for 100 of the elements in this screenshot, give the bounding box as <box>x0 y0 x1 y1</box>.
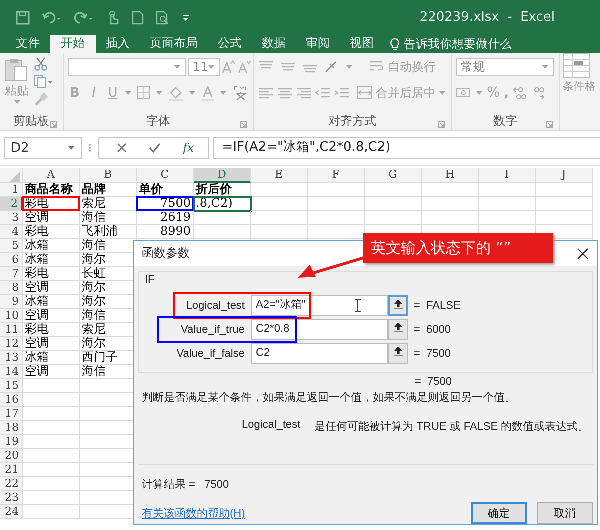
dialog-launcher-icon[interactable] <box>240 121 247 128</box>
ribbon-tab[interactable]: 视图 <box>340 35 384 53</box>
dropdown-caret-icon[interactable] <box>14 100 20 105</box>
dropdown-caret-icon[interactable] <box>220 90 227 96</box>
row-header[interactable]: 9 <box>0 295 23 309</box>
redo-icon[interactable] <box>74 10 94 24</box>
dialog-launcher-icon[interactable] <box>50 121 57 128</box>
row-header[interactable]: 18 <box>0 421 23 435</box>
insert-function-button[interactable]: fx <box>183 141 194 155</box>
middle-align-icon[interactable] <box>280 61 296 73</box>
font-color-icon[interactable] <box>201 86 215 100</box>
argument-input[interactable]: C2 <box>251 343 388 364</box>
name-box[interactable]: D2 <box>4 137 82 159</box>
row-header[interactable]: 8 <box>0 281 23 295</box>
copy-icon[interactable] <box>34 75 54 89</box>
dropdown-caret-icon[interactable] <box>125 90 132 96</box>
help-link[interactable]: 有关该函数的帮助(H) <box>142 506 246 520</box>
ribbon-tab[interactable]: 审阅 <box>296 35 340 53</box>
column-header[interactable]: D <box>194 168 251 183</box>
fill-color-icon[interactable] <box>168 86 184 100</box>
row-header[interactable]: 13 <box>0 351 23 365</box>
paste-icon[interactable] <box>4 57 30 83</box>
ribbon-tab[interactable]: 数据 <box>252 35 296 53</box>
conditional-formatting-icon[interactable] <box>563 53 591 79</box>
row-header[interactable]: 4 <box>0 225 23 239</box>
row-header[interactable]: 21 <box>0 463 23 477</box>
row-header[interactable]: 11 <box>0 323 23 337</box>
column-header[interactable]: G <box>365 168 422 183</box>
dialog-launcher-icon[interactable] <box>438 121 445 128</box>
column-header[interactable]: C <box>137 168 194 183</box>
column-header[interactable]: E <box>251 168 308 183</box>
close-icon[interactable] <box>577 248 589 260</box>
row-header[interactable]: 20 <box>0 449 23 463</box>
borders-icon[interactable] <box>137 86 151 100</box>
print-preview-icon[interactable] <box>156 10 170 24</box>
tell-me-search[interactable]: 告诉我你想要做什么 <box>404 36 512 52</box>
row-header[interactable]: 10 <box>0 309 23 323</box>
center-icon[interactable] <box>277 87 293 99</box>
row-header[interactable]: 6 <box>0 253 23 267</box>
dropdown-caret-icon[interactable] <box>476 90 483 96</box>
column-header[interactable]: H <box>422 168 479 183</box>
dropdown-caret-icon[interactable] <box>346 64 353 70</box>
row-header[interactable]: 17 <box>0 407 23 421</box>
increase-indent-icon[interactable] <box>334 87 350 99</box>
format-painter-icon[interactable] <box>34 93 48 107</box>
enter-check-icon[interactable] <box>149 143 161 153</box>
row-header[interactable]: 3 <box>0 211 23 225</box>
collapse-button[interactable] <box>388 295 408 316</box>
row-header[interactable]: 14 <box>0 365 23 379</box>
collapse-button[interactable] <box>388 343 408 364</box>
column-header[interactable]: F <box>308 168 365 183</box>
dialog-button[interactable]: 确定 <box>471 502 527 524</box>
row-header[interactable]: 12 <box>0 337 23 351</box>
align-left-icon[interactable] <box>258 87 274 99</box>
dropdown-caret-icon[interactable] <box>542 64 549 70</box>
row-header[interactable]: 23 <box>0 491 23 505</box>
font-size-field[interactable]: 11 <box>188 58 220 76</box>
column-header[interactable]: A <box>23 168 80 183</box>
customize-caret-icon[interactable] <box>182 14 190 22</box>
align-right-icon[interactable] <box>296 87 312 99</box>
dropdown-caret-icon[interactable] <box>174 64 181 70</box>
ribbon-tab[interactable]: 页面布局 <box>140 35 208 53</box>
document-icon[interactable] <box>132 10 144 24</box>
dialog-button[interactable]: 取消 <box>537 502 593 524</box>
row-header[interactable]: 15 <box>0 379 23 393</box>
column-header[interactable]: J <box>536 168 593 183</box>
shrink-font-icon[interactable] <box>238 60 252 74</box>
dropdown-caret-icon[interactable] <box>156 90 163 96</box>
row-header[interactable]: 22 <box>0 477 23 491</box>
argument-input[interactable]: A2="冰箱" <box>251 295 388 316</box>
cancel-icon[interactable] <box>117 143 127 153</box>
row-header[interactable]: 2 <box>0 197 23 211</box>
scissors-icon[interactable] <box>34 57 48 71</box>
row-header[interactable]: 7 <box>0 267 23 281</box>
column-header[interactable]: I <box>479 168 536 183</box>
undo-icon[interactable] <box>42 10 62 24</box>
dialog-launcher-icon[interactable] <box>546 121 553 128</box>
ribbon-tab[interactable]: 插入 <box>96 35 140 53</box>
row-header[interactable]: 24 <box>0 505 23 519</box>
increase-decimal-icon[interactable] <box>512 86 527 100</box>
row-header[interactable]: 5 <box>0 239 23 253</box>
dropdown-caret-icon[interactable] <box>439 90 446 96</box>
ribbon-tab[interactable]: 公式 <box>208 35 252 53</box>
column-header[interactable]: B <box>80 168 137 183</box>
ribbon-tab[interactable]: 文件 <box>6 35 50 53</box>
dropdown-caret-icon[interactable] <box>189 90 196 96</box>
ribbon-tab[interactable]: 开始 <box>50 35 96 53</box>
currency-icon[interactable] <box>456 87 472 99</box>
grow-font-icon[interactable] <box>222 60 236 74</box>
collapse-button[interactable] <box>388 319 408 340</box>
save-icon[interactable] <box>16 10 30 24</box>
row-header[interactable]: 1 <box>0 183 23 197</box>
argument-input[interactable]: C2*0.8 <box>251 319 388 340</box>
formula-input[interactable]: =IF(A2="冰箱",C2*0.8,C2) <box>213 137 600 159</box>
row-header[interactable]: 19 <box>0 435 23 449</box>
number-format-field[interactable]: 常规 <box>456 58 554 76</box>
dropdown-caret-icon[interactable] <box>208 64 216 70</box>
font-name-field[interactable] <box>68 58 186 76</box>
decrease-indent-icon[interactable] <box>315 87 331 99</box>
row-header[interactable]: 16 <box>0 393 23 407</box>
